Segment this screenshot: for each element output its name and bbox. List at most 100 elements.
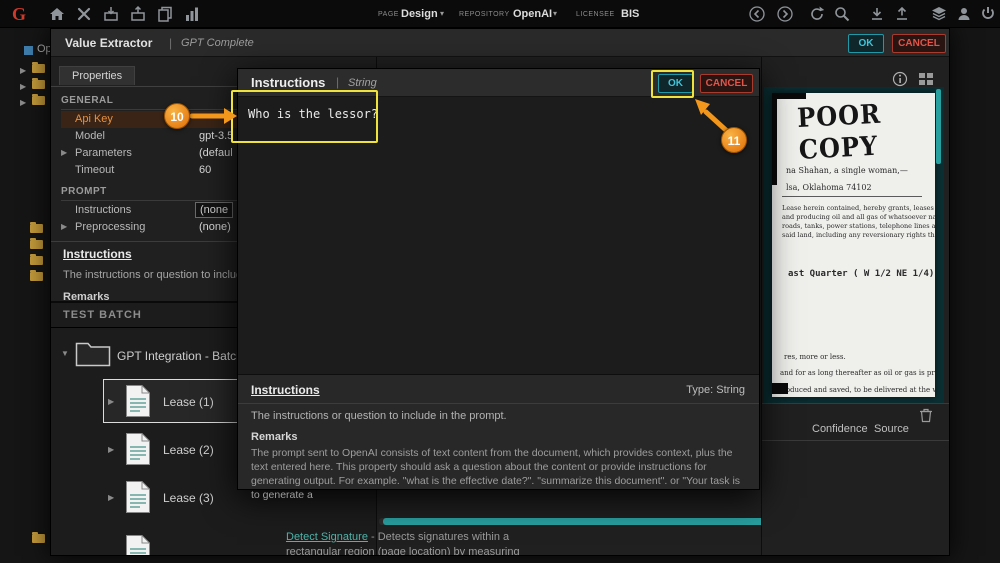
window-cancel-button[interactable]: CANCEL [892, 34, 946, 53]
power-icon[interactable] [979, 5, 997, 23]
panel-divider [238, 403, 759, 404]
property-value[interactable]: (defaul [199, 147, 233, 159]
expander-icon[interactable]: ▶ [108, 397, 114, 406]
help-remarks-label: Remarks [251, 431, 297, 443]
chevron-down-icon[interactable]: ▾ [553, 9, 557, 18]
document-line: na Shahan, a single woman,— [786, 166, 908, 175]
property-value[interactable]: gpt-3.5 [199, 130, 233, 142]
licensee-label: LICENSEE [576, 11, 615, 18]
property-label: Instructions [75, 204, 131, 216]
document-preview[interactable]: POOR COPY na Shahan, a single woman,— ls… [764, 87, 944, 403]
scan-artifact [772, 383, 788, 394]
window-titlebar: Value Extractor | GPT Complete OK CANCEL [51, 29, 949, 57]
folder-icon[interactable] [32, 80, 45, 89]
page-selector[interactable]: Design [401, 8, 438, 20]
layout-grid-icon[interactable] [918, 71, 934, 87]
export-box-icon[interactable] [129, 5, 147, 23]
repository-selector[interactable]: OpenAI [513, 8, 552, 20]
property-value[interactable]: (none) [199, 221, 231, 233]
property-label: Timeout [75, 164, 114, 176]
scan-artifact [772, 93, 777, 185]
tab-properties[interactable]: Properties [59, 66, 135, 85]
dialog-ok-button[interactable]: OK [658, 74, 693, 93]
home-icon[interactable] [48, 5, 66, 23]
instructions-input[interactable]: Who is the lessor? [238, 97, 759, 376]
vertical-scrollbar-thumb[interactable] [936, 89, 941, 164]
scanned-document: POOR COPY na Shahan, a single woman,— ls… [772, 93, 935, 397]
column-confidence[interactable]: Confidence [812, 423, 868, 435]
folder-icon[interactable] [30, 256, 43, 265]
window-ok-button[interactable]: OK [848, 34, 884, 53]
tree-item-label[interactable]: Lease (3) [163, 491, 214, 505]
document-line: roads, tanks, power stations, telephone … [782, 222, 935, 230]
dialog-cancel-button[interactable]: CANCEL [700, 74, 753, 93]
dialog-title: Instructions [251, 75, 325, 90]
folder-icon[interactable] [30, 272, 43, 281]
tree-item-label[interactable]: GPT Integration - Batch [117, 349, 243, 363]
folder-icon[interactable] [30, 224, 43, 233]
expander-icon[interactable]: ▶ [61, 222, 67, 231]
node-icon [24, 46, 33, 55]
search-icon[interactable] [833, 5, 851, 23]
property-label: Parameters [75, 147, 132, 159]
user-icon[interactable] [955, 5, 973, 23]
dialog-type-label: String [348, 77, 377, 89]
expander-icon[interactable]: ▼ [61, 349, 69, 358]
document-line: and for as long thereafter as oil or gas… [780, 369, 935, 377]
expander-icon[interactable]: ▶ [20, 66, 26, 75]
import-box-icon[interactable] [102, 5, 120, 23]
column-source[interactable]: Source [874, 423, 909, 435]
document-line: ast Quarter ( W 1/2 NE 1/4) [788, 269, 934, 279]
document-line: said land, including any reversionary ri… [782, 231, 935, 239]
app-logo[interactable]: G [8, 3, 30, 25]
copy-icon[interactable] [156, 5, 174, 23]
detect-signature-link[interactable]: Detect Signature [286, 531, 368, 543]
document-icon [125, 432, 151, 471]
info-icon[interactable] [892, 71, 908, 87]
expander-icon[interactable]: ▶ [108, 493, 114, 502]
document-rule [782, 196, 922, 197]
document-icon [125, 534, 151, 556]
expander-icon[interactable]: ▶ [20, 82, 26, 91]
page-label: PAGE [378, 11, 399, 18]
document-line: lsa, Oklahoma 74102 [786, 183, 872, 192]
expander-icon[interactable]: ▶ [61, 148, 67, 157]
tree-item-label[interactable]: Lease (2) [163, 443, 214, 457]
forward-icon[interactable] [776, 5, 794, 23]
layers-icon[interactable] [930, 5, 948, 23]
property-value[interactable]: 60 [199, 164, 211, 176]
upload-icon[interactable] [893, 5, 911, 23]
folder-icon[interactable] [32, 96, 45, 105]
screen: Op ▶ ▶ ▶ G PAGE Design ▾ REPOSITORY Open… [0, 0, 1000, 563]
folder-icon[interactable] [32, 534, 45, 543]
property-label: Api Key [75, 113, 113, 125]
expander-icon[interactable]: ▶ [20, 98, 26, 107]
results-header-row: Confidence Source [762, 417, 949, 441]
download-icon[interactable] [868, 5, 886, 23]
document-line: Lease herein contained, hereby grants, l… [782, 204, 935, 212]
tree-item-label[interactable]: Lease (1) [163, 395, 214, 409]
expander-icon[interactable]: ▶ [108, 445, 114, 454]
property-value-editor[interactable]: (none [195, 202, 233, 218]
test-batch-header: TEST BATCH [63, 309, 142, 321]
detect-signature-text: - Detects signatures within a [368, 531, 509, 543]
poor-copy-stamp: POOR COPY [796, 95, 935, 166]
back-icon[interactable] [748, 5, 766, 23]
top-app-bar: G PAGE Design ▾ REPOSITORY OpenAI ▾ LICE… [0, 0, 1000, 28]
instructions-input-value[interactable]: Who is the lessor? [248, 107, 378, 121]
instructions-editor-dialog: Instructions | String OK CANCEL Who is t… [237, 68, 760, 490]
help-title: Instructions [63, 247, 132, 261]
folder-open-icon [75, 339, 111, 372]
document-icon [125, 384, 151, 423]
tools-icon[interactable] [75, 5, 93, 23]
chevron-down-icon[interactable]: ▾ [440, 9, 444, 18]
folder-icon[interactable] [32, 64, 45, 73]
help-title: Instructions [251, 383, 320, 397]
help-type: Type: String [686, 384, 745, 396]
refresh-icon[interactable] [808, 5, 826, 23]
help-description: The instructions or question to include … [251, 410, 507, 422]
chart-icon[interactable] [183, 5, 201, 23]
document-line: res, more or less. [784, 353, 846, 361]
folder-icon[interactable] [30, 240, 43, 249]
scan-artifact [772, 93, 806, 99]
